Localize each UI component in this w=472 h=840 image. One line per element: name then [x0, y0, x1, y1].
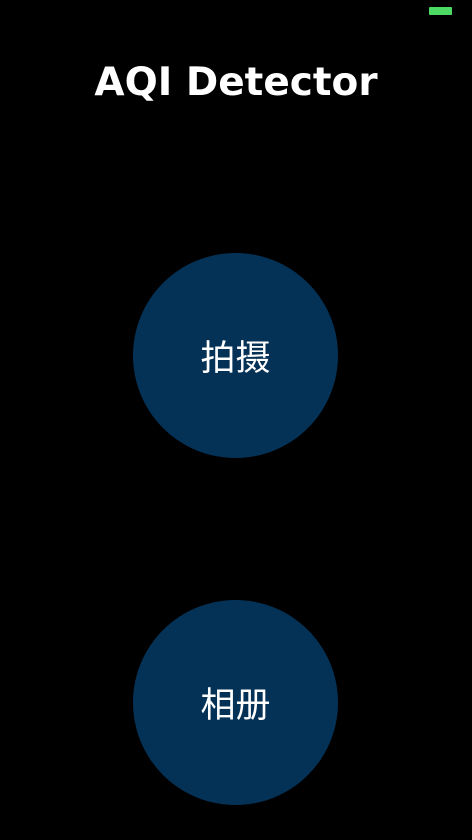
- album-button-label: 相册: [200, 686, 271, 726]
- camera-button[interactable]: 拍摄: [133, 253, 338, 458]
- battery-icon: [429, 7, 452, 15]
- camera-button-label: 拍摄: [200, 339, 271, 379]
- status-bar: [0, 0, 472, 24]
- app-title: AQI Detector: [94, 60, 378, 105]
- album-button[interactable]: 相册: [133, 600, 338, 805]
